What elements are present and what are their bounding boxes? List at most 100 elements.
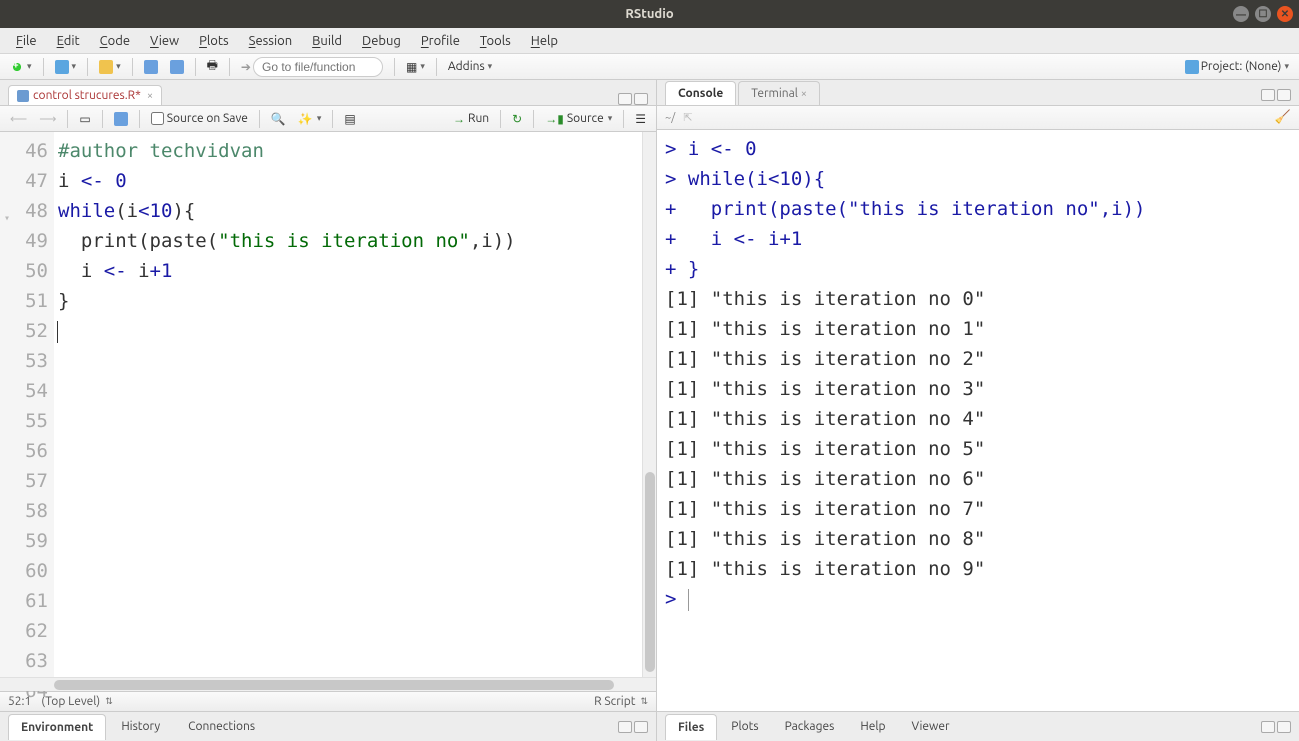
wand-button[interactable]: ✨▾ [294, 110, 325, 128]
tab-connections[interactable]: Connections [175, 713, 268, 740]
compile-button[interactable]: ▤ [340, 110, 359, 128]
save-button[interactable] [140, 58, 162, 76]
addins-menu[interactable]: Addins ▾ [444, 58, 496, 75]
window-title: RStudio [625, 7, 673, 21]
maximize-pane-button[interactable] [1277, 89, 1291, 101]
menu-build[interactable]: Build [304, 31, 350, 51]
file-tab[interactable]: control strucures.R* × [8, 85, 162, 105]
minimize-pane-button[interactable] [618, 93, 632, 105]
print-button[interactable]: 🖶 [203, 54, 222, 79]
rerun-button[interactable]: ↻ [508, 110, 526, 128]
minimize-pane-button[interactable] [618, 721, 632, 733]
menu-plots[interactable]: Plots [191, 31, 237, 51]
project-menu[interactable]: Project: (None) ▾ [1181, 58, 1293, 76]
show-in-new-window-button[interactable]: ▭ [75, 110, 94, 128]
tab-plots[interactable]: Plots [719, 714, 770, 739]
source-on-save[interactable]: Source on Save [147, 110, 252, 127]
maximize-pane-button[interactable] [1277, 721, 1291, 733]
scrollbar-thumb-h[interactable] [54, 680, 614, 690]
plus-icon [10, 60, 24, 74]
vertical-scrollbar[interactable] [642, 132, 656, 677]
scrollbar-thumb[interactable] [645, 472, 655, 672]
find-button[interactable]: 🔍 [267, 110, 290, 128]
tab-history[interactable]: History [108, 713, 173, 740]
editor-toolbar: ⟵ ⟶ ▭ Source on Save 🔍 ✨▾ ▤ →Run ↻ →▮Sou… [0, 106, 656, 132]
tab-help[interactable]: Help [848, 714, 897, 739]
right-bottom-tabs: FilesPlotsPackagesHelpViewer [657, 711, 1299, 741]
line-gutter: 464748▾49505152535455565758596061626364 [0, 132, 54, 677]
clear-console-icon[interactable]: 🧹 [1275, 110, 1291, 125]
chevron-updown-icon: ⇅ [105, 696, 113, 707]
menu-profile[interactable]: Profile [413, 31, 468, 51]
disk-icon [170, 60, 184, 74]
source-on-save-checkbox[interactable] [151, 112, 164, 125]
disk-icon [144, 60, 158, 74]
back-button[interactable]: ⟵ [6, 110, 31, 128]
goto-file[interactable]: ➔ [237, 55, 387, 79]
menu-view[interactable]: View [142, 31, 187, 51]
wand-icon: ✨ [298, 112, 313, 126]
tab-console[interactable]: Console [665, 81, 736, 105]
outline-button[interactable]: ☰ [631, 110, 650, 128]
close-button[interactable]: ✕ [1277, 6, 1293, 22]
tab-files[interactable]: Files [665, 714, 717, 740]
new-project-button[interactable]: ▾ [51, 58, 81, 76]
tab-environment[interactable]: Environment [8, 714, 106, 740]
menu-file[interactable]: File [8, 31, 45, 51]
editor-status-bar: 52:1 (Top Level) ⇅ R Script ⇅ [0, 691, 656, 711]
disk-icon [114, 112, 128, 126]
arrow-left-icon: ⟵ [10, 112, 27, 126]
forward-button[interactable]: ⟶ [35, 110, 60, 128]
open-file-button[interactable]: ▾ [95, 58, 125, 76]
save-source-button[interactable] [110, 110, 132, 128]
menu-debug[interactable]: Debug [354, 31, 409, 51]
working-dir-label[interactable]: ~/ [665, 112, 675, 124]
save-all-button[interactable] [166, 58, 188, 76]
popout-icon[interactable]: ⇱ [683, 111, 692, 124]
menu-code[interactable]: Code [92, 31, 138, 51]
minimize-pane-button[interactable] [1261, 721, 1275, 733]
new-file-button[interactable]: ▾ [6, 58, 36, 76]
chevron-updown-icon: ⇅ [640, 696, 648, 707]
window-controls: — ☐ ✕ [1233, 6, 1293, 22]
close-tab-icon[interactable]: × [147, 90, 153, 102]
folder-icon [99, 60, 113, 74]
close-icon[interactable]: × [801, 88, 807, 100]
menu-tools[interactable]: Tools [472, 31, 519, 51]
source-icon: →▮ [545, 112, 564, 126]
right-column: Console Terminal × ~/ ⇱ 🧹 > i <- 0> whil… [657, 80, 1299, 741]
print-icon: 🖶 [207, 56, 218, 77]
menu-session[interactable]: Session [241, 31, 300, 51]
menu-bar: FileEditCodeViewPlotsSessionBuildDebugPr… [0, 28, 1299, 54]
maximize-button[interactable]: ☐ [1255, 6, 1271, 22]
tab-viewer[interactable]: Viewer [899, 714, 961, 739]
editor-area[interactable]: 464748▾49505152535455565758596061626364 … [0, 132, 656, 677]
minimize-button[interactable]: — [1233, 6, 1249, 22]
console-body[interactable]: > i <- 0> while(i<10){+ print(paste("thi… [657, 130, 1299, 711]
tab-packages[interactable]: Packages [773, 714, 847, 739]
main-toolbar: ▾ ▾ ▾ 🖶 ➔ ▦▾ Addins ▾ Project: (None) ▾ [0, 54, 1299, 80]
run-button[interactable]: →Run [449, 110, 493, 128]
r-icon [55, 60, 69, 74]
menu-help[interactable]: Help [523, 31, 566, 51]
main-area: control strucures.R* × ⟵ ⟶ ▭ Source on S… [0, 80, 1299, 741]
maximize-pane-button[interactable] [634, 93, 648, 105]
scope-dropdown[interactable]: (Top Level) ⇅ [41, 695, 112, 708]
console-toolbar: ~/ ⇱ 🧹 [657, 106, 1299, 130]
arrow-icon: ➔ [241, 60, 251, 74]
minimize-pane-button[interactable] [1261, 89, 1275, 101]
tab-terminal[interactable]: Terminal × [738, 81, 820, 105]
source-button[interactable]: →▮Source▾ [541, 110, 616, 128]
console-pane: Console Terminal × ~/ ⇱ 🧹 > i <- 0> whil… [657, 80, 1299, 711]
arrow-right-icon: ⟶ [39, 112, 56, 126]
search-icon: 🔍 [271, 112, 286, 126]
r-file-icon [17, 90, 29, 102]
menu-edit[interactable]: Edit [49, 31, 88, 51]
code-area[interactable]: #author techvidvani <- 0while(i<10){ pri… [54, 132, 656, 677]
filetype-dropdown[interactable]: R Script ⇅ [594, 695, 648, 708]
maximize-pane-button[interactable] [634, 721, 648, 733]
horizontal-scrollbar[interactable] [0, 677, 656, 691]
outline-icon: ☰ [635, 112, 646, 126]
goto-file-input[interactable] [253, 57, 383, 77]
grid-button[interactable]: ▦▾ [402, 58, 429, 76]
